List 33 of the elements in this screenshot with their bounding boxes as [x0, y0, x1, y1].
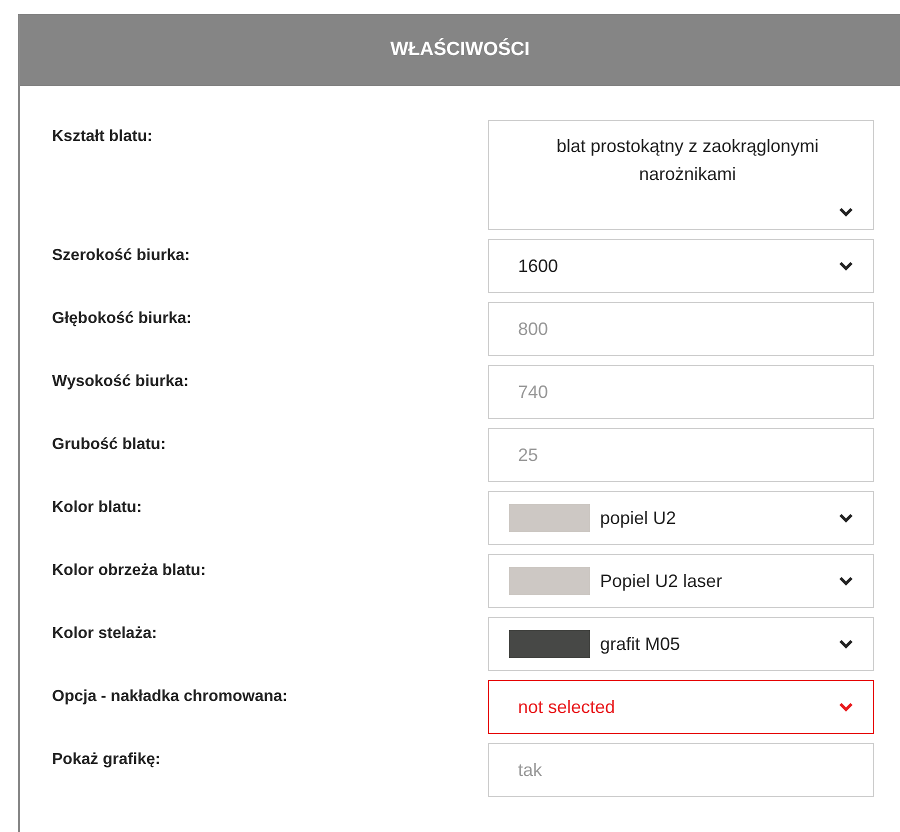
select-value: popiel U2: [600, 508, 678, 528]
field-label: Kształt blatu:: [52, 127, 154, 146]
field-label: Pokaż grafikę:: [52, 750, 162, 769]
select-field[interactable]: 1600: [488, 239, 874, 293]
field-label: Opcja - nakładka chromowana:: [52, 687, 289, 706]
field-label: Kolor stelaża:: [52, 624, 158, 643]
field-label: Szerokość biurka:: [52, 246, 191, 265]
select-value: 1600: [518, 256, 560, 276]
field-value: 800: [518, 318, 548, 340]
select-value: Popiel U2 laser: [600, 570, 724, 592]
field-value: tak: [518, 760, 542, 780]
select-field[interactable]: blat prostokątny z zaokrąglonymi narożnikami: [488, 120, 874, 230]
select-value: not selected: [518, 696, 616, 718]
field-label: Kolor obrzeża blatu:: [52, 561, 207, 580]
select-value: blat prostokątny z zaokrąglonymi narożnikami: [555, 135, 820, 186]
color-select[interactable]: grafit M05: [488, 617, 874, 671]
color-select[interactable]: popiel U2: [488, 491, 874, 545]
select-value: grafit M05: [600, 634, 682, 654]
select-field[interactable]: not selected: [488, 680, 874, 734]
chevron-down-icon: [839, 702, 853, 712]
field-value: 740: [518, 382, 548, 402]
field-label: Kolor blatu:: [52, 498, 143, 517]
field-label: Grubość blatu:: [52, 435, 167, 454]
color-select[interactable]: Popiel U2 laser: [488, 554, 874, 608]
panel-title: WŁAŚCIWOŚCI: [390, 39, 530, 61]
field-label: Głębokość biurka:: [52, 309, 193, 328]
chevron-down-icon: [839, 207, 853, 217]
chevron-down-icon: [839, 513, 853, 523]
field-value: 25: [518, 444, 538, 466]
chevron-down-icon: [839, 576, 853, 586]
chevron-down-icon: [839, 639, 853, 649]
field-label: Wysokość biurka:: [52, 372, 190, 391]
chevron-down-icon: [839, 261, 853, 271]
